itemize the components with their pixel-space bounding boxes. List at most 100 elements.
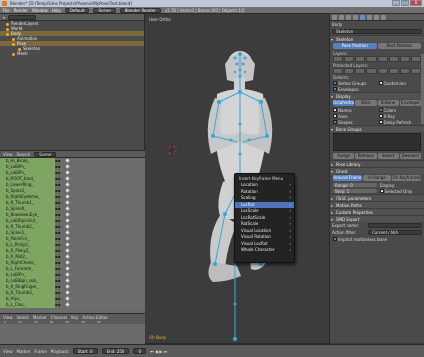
current-frame-field[interactable]: 0 [133, 348, 146, 354]
menu-render[interactable]: Render [14, 8, 28, 13]
ghost-mode-button[interactable]: Around Frame [333, 175, 362, 181]
pose-position-button[interactable]: Pose Position [333, 43, 377, 49]
minimize-button[interactable]: _ [392, 0, 400, 6]
ghost-range-field[interactable]: Range: 0 [333, 183, 377, 188]
tl-view-menu[interactable]: View [3, 349, 13, 354]
keyframe-icon[interactable] [65, 193, 70, 199]
dopesheet-search-menu[interactable]: Search [17, 152, 31, 157]
keyframe-icon[interactable] [65, 247, 70, 253]
end-frame-field[interactable]: End: 250 [101, 348, 130, 354]
render-tab-icon[interactable] [332, 14, 337, 20]
bone-group-button[interactable]: Remove [355, 153, 377, 159]
ghost-mode-button[interactable]: On Keyframes [392, 175, 422, 181]
delay-refresh-checkbox[interactable]: Delay Refresh [378, 120, 422, 125]
bone-group-button[interactable]: Assign [333, 153, 355, 159]
keyframe-icon[interactable] [65, 271, 70, 277]
itasc-panel-header[interactable]: iTaSC parameters [330, 194, 424, 201]
keyframe-icon[interactable] [65, 229, 70, 235]
keyframe-icon[interactable] [65, 181, 70, 187]
display-mode-button[interactable]: Envelope [399, 100, 421, 106]
bone-group-button[interactable]: Deselect [399, 153, 421, 159]
outliner-item[interactable]: Mesh [0, 51, 144, 56]
dopesheet-scene-selector[interactable]: Scene [34, 151, 57, 157]
action-editor-menu-item[interactable]: Select [17, 315, 29, 320]
keyframe-icon[interactable] [65, 199, 70, 205]
keyframe-icon[interactable] [65, 295, 70, 301]
pose-library-panel-header[interactable]: Pose Library [330, 160, 424, 167]
keyframe-icon[interactable] [65, 265, 70, 271]
names-checkbox[interactable]: Names [333, 108, 376, 113]
motion-paths-panel-header[interactable]: Motion Paths [330, 201, 424, 208]
ghost-step-field[interactable]: Step: 1 [333, 189, 377, 194]
play-controls[interactable]: ⏮ ◀ ▶ ⏭ [150, 349, 167, 354]
selected-only-checkbox[interactable]: Selected Only [379, 189, 422, 194]
ghost-mode-button[interactable]: In Range [362, 175, 392, 181]
armature-name-field[interactable]: Skeleton [332, 29, 422, 34]
keyframe-icon[interactable] [65, 223, 70, 229]
keyframe-icon[interactable] [65, 283, 70, 289]
tl-marker-menu[interactable]: Marker [17, 349, 31, 354]
keyframe-icon[interactable] [65, 289, 70, 295]
action-editor-menu-item[interactable]: Marker [33, 315, 47, 320]
display-panel-header[interactable]: Display [330, 92, 424, 99]
keyframe-icon[interactable] [65, 205, 70, 211]
menu-file[interactable]: File [3, 8, 10, 13]
close-button[interactable]: X [410, 0, 422, 6]
shapes-checkbox[interactable]: Shapes [333, 120, 376, 125]
skeleton-panel-header[interactable]: Skeleton [330, 35, 424, 42]
keyframe-icon[interactable] [65, 277, 70, 283]
display-mode-button[interactable]: Stick [355, 100, 377, 106]
keyframe-icon[interactable] [65, 175, 70, 181]
smd-export-panel-header[interactable]: SMD Export [330, 215, 424, 222]
world-tab-icon[interactable] [346, 14, 351, 20]
bone-groups-panel-header[interactable]: Bone Groups [330, 125, 424, 132]
maximize-button[interactable]: □ [401, 0, 409, 6]
keyframe-icon[interactable] [65, 217, 70, 223]
keyframe-icon[interactable] [65, 211, 70, 217]
bone-group-button[interactable]: Select [377, 153, 399, 159]
render-engine-selector[interactable]: Blender Render [119, 7, 161, 13]
start-frame-field[interactable]: Start: 0 [72, 348, 98, 354]
x-ray-checkbox[interactable]: X-Ray [378, 114, 422, 119]
keyframe-icon[interactable] [65, 259, 70, 265]
timeline-strip[interactable]: 0 10 20 30 40 50 60 [0, 320, 145, 344]
keyframe-icon[interactable] [65, 163, 70, 169]
ghost-panel-header[interactable]: Ghost [330, 167, 424, 174]
action-filter-field[interactable]: Current / N/A [368, 230, 422, 235]
menu-help[interactable]: Help [52, 8, 61, 13]
implicit-motionless-checkbox[interactable]: Implicit motionless bone [333, 237, 421, 242]
armature-tab-icon[interactable] [360, 14, 365, 20]
layout-selector[interactable]: Default [64, 7, 90, 13]
modifier-tab-icon[interactable] [381, 14, 386, 20]
quaternion-checkbox[interactable]: Quaternion [378, 81, 422, 86]
colors-checkbox[interactable]: Colors [378, 108, 422, 113]
rest-position-button[interactable]: Rest Position [377, 43, 421, 49]
protected-layers-grid[interactable] [330, 68, 424, 74]
export-name-field[interactable] [368, 223, 422, 228]
custom-properties-panel-header[interactable]: Custom Properties [330, 208, 424, 215]
scene-selector[interactable]: Scene [93, 7, 116, 13]
keyframe-icon[interactable] [65, 241, 70, 247]
action-editor-menu-item[interactable]: Key [71, 315, 78, 320]
keyframe-icon[interactable] [65, 253, 70, 259]
bone-tab-icon[interactable] [367, 14, 372, 20]
keyframe-icon[interactable] [65, 235, 70, 241]
display-mode-button[interactable]: Octahedral [333, 100, 355, 106]
action-editor-menu-item[interactable]: Action Editor [82, 315, 108, 320]
display-mode-button[interactable]: B-Bone [377, 100, 399, 106]
view-menu[interactable]: ▾ [3, 15, 5, 20]
constraint-tab-icon[interactable] [374, 14, 379, 20]
tl-playback-menu[interactable]: Playback [51, 349, 69, 354]
keyframe-icon[interactable] [65, 158, 70, 163]
action-editor-menu-item[interactable]: Channel [51, 315, 67, 320]
channel-track[interactable] [65, 301, 145, 308]
menu-item[interactable]: Whole Character › [235, 247, 294, 254]
keyframe-icon[interactable] [65, 169, 70, 175]
keyframe-icon[interactable] [65, 187, 70, 193]
envelopes-checkbox[interactable]: Envelopes [333, 87, 421, 92]
action-editor-menu-item[interactable]: View [3, 315, 13, 320]
layers-grid[interactable] [330, 56, 424, 62]
axes-checkbox[interactable]: Axes [333, 114, 376, 119]
vertex-groups-checkbox[interactable]: Vertex Groups [333, 81, 376, 86]
tl-frame-menu[interactable]: Frame [34, 349, 46, 354]
